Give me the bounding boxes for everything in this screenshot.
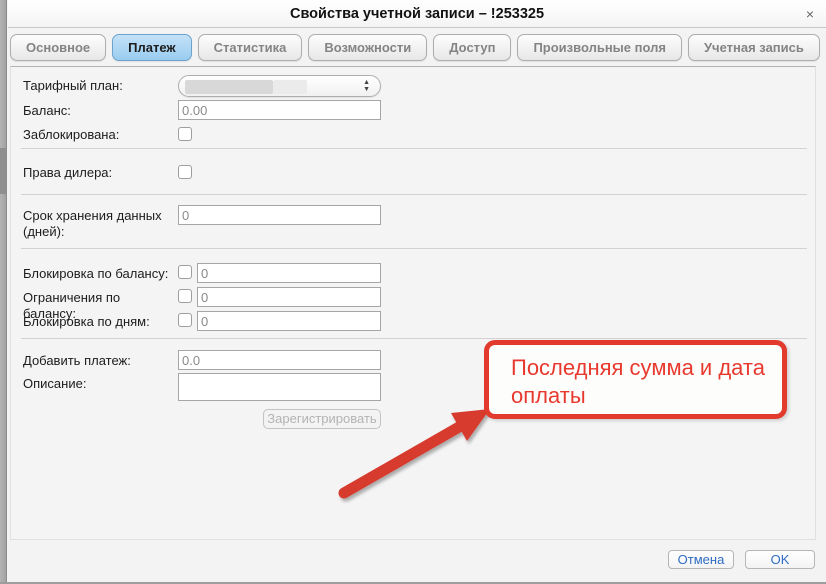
tariff-plan-select[interactable]: ▲▼ [178, 75, 381, 97]
description-label: Описание: [23, 376, 175, 392]
dealer-rights-label: Права дилера: [23, 165, 175, 181]
data-retention-input[interactable] [178, 205, 381, 225]
data-retention-label: Срок хранения данных (дней): [23, 208, 175, 240]
redacted-text [185, 80, 273, 94]
tab-payment[interactable]: Платеж [112, 34, 191, 61]
balance-input[interactable] [178, 100, 381, 120]
background-scrollbar-thumb [0, 148, 6, 194]
dialog-titlebar: Свойства учетной записи – !253325 × [8, 0, 826, 28]
register-button[interactable]: Зарегистрировать [263, 409, 381, 429]
tab-features[interactable]: Возможности [308, 34, 427, 61]
annotation-text: Последняя сумма и дата оплаты [489, 345, 782, 409]
select-stepper-icon: ▲▼ [363, 79, 370, 93]
block-by-balance-checkbox[interactable] [178, 265, 192, 279]
close-icon[interactable]: × [806, 6, 814, 22]
tab-account[interactable]: Учетная запись [688, 34, 820, 61]
add-payment-input[interactable] [178, 350, 381, 370]
annotation-callout: Последняя сумма и дата оплаты [484, 340, 787, 419]
ok-button[interactable]: OK [745, 550, 815, 569]
block-by-days-checkbox[interactable] [178, 313, 192, 327]
tab-access[interactable]: Доступ [433, 34, 511, 61]
description-textarea[interactable] [178, 373, 381, 401]
divider [21, 148, 807, 149]
balance-label: Баланс: [23, 103, 175, 119]
cancel-button[interactable]: Отмена [668, 550, 734, 569]
tab-statistics[interactable]: Статистика [198, 34, 303, 61]
divider [21, 194, 807, 195]
background-page-edge [0, 0, 7, 584]
account-properties-dialog: { "window": { "title": "Свойства учетной… [0, 0, 826, 584]
blocked-label: Заблокирована: [23, 127, 175, 143]
payment-tab-panel: Тарифный план: ▲▼ Баланс: Заблокирована:… [10, 66, 816, 540]
block-by-days-input[interactable] [197, 311, 381, 331]
add-payment-label: Добавить платеж: [23, 353, 175, 369]
tab-main[interactable]: Основное [10, 34, 106, 61]
block-by-balance-input[interactable] [197, 263, 381, 283]
divider [21, 338, 807, 339]
dealer-rights-checkbox[interactable] [178, 165, 192, 179]
tab-custom-fields[interactable]: Произвольные поля [517, 34, 681, 61]
blocked-checkbox[interactable] [178, 127, 192, 141]
dialog-title: Свойства учетной записи – !253325 [8, 6, 826, 22]
divider [21, 248, 807, 249]
limit-by-balance-input[interactable] [197, 287, 381, 307]
block-by-balance-label: Блокировка по балансу: [23, 266, 175, 282]
redacted-text [273, 80, 307, 94]
tab-bar: Основное Платеж Статистика Возможности Д… [10, 34, 820, 61]
limit-by-balance-checkbox[interactable] [178, 289, 192, 303]
block-by-days-label: Блокировка по дням: [23, 314, 175, 330]
tariff-plan-label: Тарифный план: [23, 78, 175, 94]
